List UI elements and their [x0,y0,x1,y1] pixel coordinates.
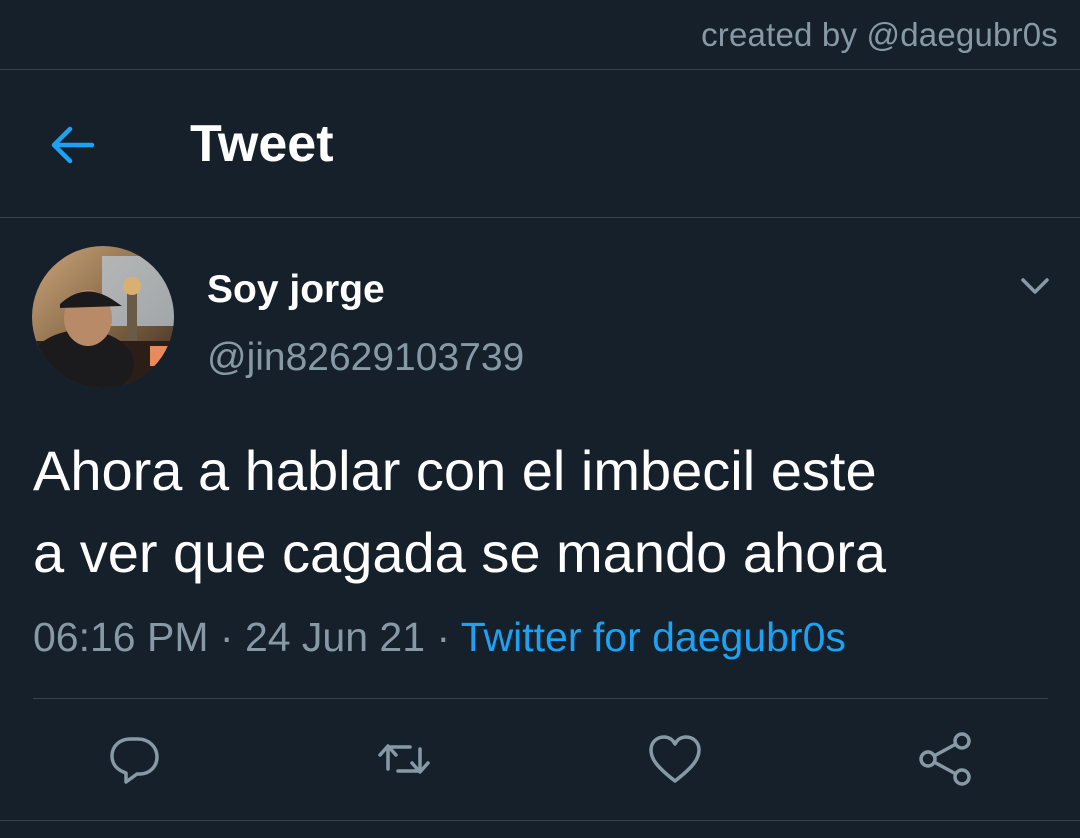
display-name[interactable]: Soy jorge [207,268,385,312]
tweet-meta: 06:16 PM · 24 Jun 21 · Twitter for daegu… [33,614,846,661]
divider [33,698,1048,699]
credit-text: created by @daegubr0s [701,16,1058,53]
tweet-text: Ahora a hablar con el imbecil este a ver… [33,430,1053,594]
bottom-divider [0,820,1080,821]
tweet: Soy jorge @jin82629103739 Ahora a hablar… [0,218,1080,838]
avatar-image [32,246,174,388]
reply-icon [110,737,159,784]
more-options-button[interactable] [1014,268,1056,304]
header: Tweet [0,70,1080,218]
like-button[interactable] [645,729,705,789]
retweet-icon [378,744,430,774]
tweet-time: 06:16 PM [33,614,209,660]
tweet-source-link[interactable]: Twitter for daegubr0s [461,614,846,660]
meta-separator: · [425,614,461,660]
tweet-text-line: Ahora a hablar con el imbecil este [33,439,877,502]
chevron-down-icon [1021,278,1049,294]
page-title: Tweet [190,115,334,173]
reply-button[interactable] [104,729,164,789]
tweet-date: 24 Jun 21 [244,614,426,660]
share-button[interactable] [915,729,975,789]
meta-separator: · [208,614,245,660]
like-icon [649,735,701,783]
avatar[interactable] [32,246,174,388]
user-handle[interactable]: @jin82629103739 [207,336,524,380]
retweet-button[interactable] [374,729,434,789]
arrow-left-icon [51,126,95,164]
share-icon [919,732,971,786]
credit-bar: created by @daegubr0s [0,0,1080,70]
back-button[interactable] [46,118,100,172]
tweet-text-line: a ver que cagada se mando ahora [33,521,887,584]
